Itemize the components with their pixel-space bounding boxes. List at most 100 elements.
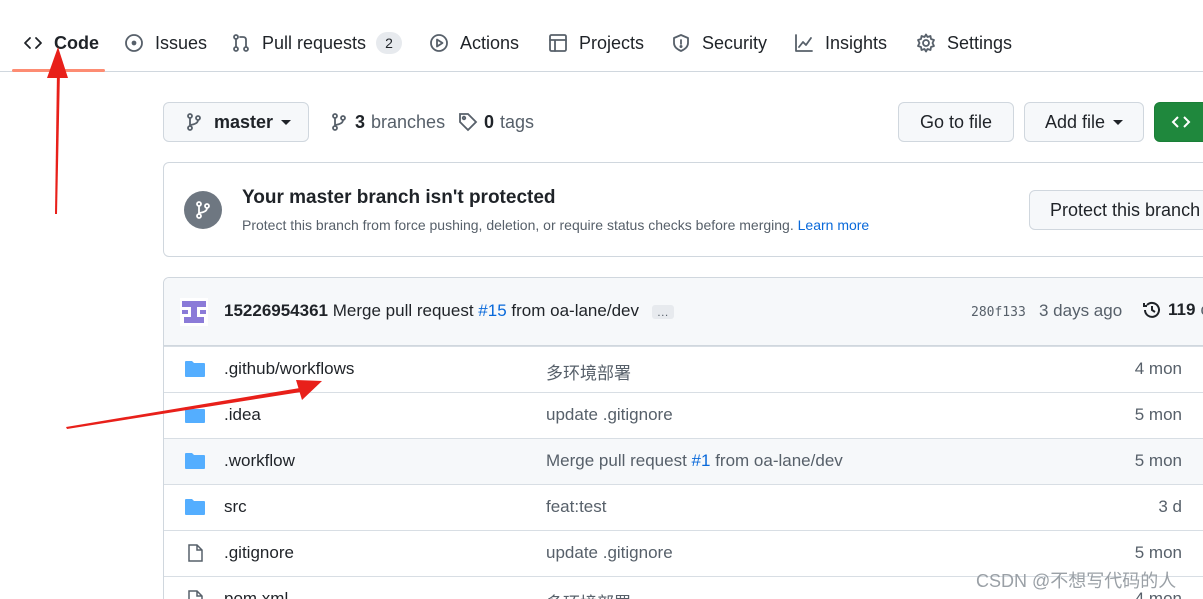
tab-label: Security [702, 32, 768, 53]
history-icon [1143, 301, 1160, 318]
file-name[interactable]: .workflow [224, 451, 295, 471]
tags-label: tags [500, 111, 535, 132]
watermark: CSDN @不想写代码的人 [976, 571, 1177, 591]
code-icon [22, 32, 44, 54]
file-age: 4 mon [1134, 359, 1182, 378]
branches-count: 3 [355, 111, 366, 132]
chevron-down-icon [281, 119, 292, 125]
table-row[interactable]: .idea update .gitignore 5 mon [164, 392, 1203, 438]
annotation-arrow-up [47, 47, 68, 214]
avatar[interactable] [180, 298, 208, 326]
file-commit-message[interactable]: 多环境部署 [546, 589, 631, 599]
tag-icon [459, 113, 478, 132]
commit-message-suffix[interactable]: from oa-lane/dev [511, 301, 639, 320]
tab-issues[interactable]: Issues [123, 26, 207, 60]
tab-label: Code [54, 32, 99, 53]
banner-title: Your master branch isn't protected [242, 187, 556, 208]
branch-select-button[interactable]: master [163, 102, 309, 142]
file-commit-message[interactable]: update .gitignore [546, 543, 673, 563]
folder-icon [185, 361, 205, 377]
tags-count: 0 [484, 111, 495, 132]
tab-label: Settings [947, 32, 1013, 53]
file-age: 5 mon [1134, 543, 1182, 562]
folder-icon [185, 407, 205, 423]
expand-commit-button[interactable]: … [651, 304, 674, 319]
branches-label: branches [371, 111, 446, 132]
go-to-file-button[interactable]: Go to file [898, 102, 1014, 142]
tab-label: Issues [155, 32, 208, 53]
folder-icon [185, 499, 205, 515]
table-row[interactable]: src feat:test 3 d [164, 484, 1203, 530]
commit-pr-link[interactable]: #15 [478, 301, 506, 320]
shield-icon [670, 32, 692, 54]
file-age: 5 mon [1134, 405, 1182, 424]
file-commit-message[interactable]: 多环境部署 [546, 359, 631, 384]
commit-message-prefix[interactable]: Merge pull request [333, 301, 474, 320]
commit-sha[interactable]: 280f133 [971, 305, 1026, 320]
add-file-button[interactable]: Add file [1024, 102, 1144, 142]
repo-nav: Code Issues Pull requests 2 Actions Proj… [0, 0, 1203, 72]
tab-actions[interactable]: Actions [428, 26, 519, 60]
tab-insights[interactable]: Insights [793, 26, 887, 60]
tab-settings[interactable]: Settings [915, 26, 1012, 60]
file-commit-message-suffix[interactable]: from oa-lane/dev [715, 451, 843, 470]
file-name[interactable]: .idea [224, 405, 261, 425]
chevron-down-icon [1113, 119, 1124, 125]
add-file-label: Add file [1044, 111, 1106, 132]
table-row[interactable]: .workflow Merge pull request #1 from oa-… [164, 438, 1203, 484]
branch-icon [184, 191, 222, 229]
file-name[interactable]: src [224, 497, 247, 517]
file-name[interactable]: .github/workflows [224, 359, 354, 379]
commit-history-link[interactable]: 119 c [1142, 300, 1203, 320]
tab-label: Pull requests [262, 32, 367, 53]
tab-label: Actions [460, 32, 520, 53]
gear-icon [915, 32, 937, 54]
protect-branch-label: Protect this branch [1050, 199, 1201, 220]
graph-icon [793, 32, 815, 54]
tags-link[interactable]: 0 tags [458, 108, 534, 136]
table-row[interactable]: .github/workflows 多环境部署 4 mon [164, 346, 1203, 392]
go-to-file-label: Go to file [919, 111, 993, 132]
file-commit-message[interactable]: update .gitignore [546, 405, 673, 425]
code-dropdown-button[interactable] [1154, 102, 1203, 142]
banner-description-text: Protect this branch from force pushing, … [242, 217, 794, 233]
banner-description: Protect this branch from force pushing, … [242, 217, 869, 233]
commit-author[interactable]: 15226954361 [224, 301, 328, 320]
file-age: 5 mon [1134, 451, 1182, 470]
tab-pull-requests[interactable]: Pull requests 2 [230, 26, 402, 60]
file-commit-message-prefix[interactable]: Merge pull request [546, 451, 687, 470]
protect-branch-button[interactable]: Protect this branch [1029, 190, 1203, 230]
commit-count: 119 [1168, 300, 1196, 319]
code-icon [1171, 116, 1191, 128]
folder-icon [185, 453, 205, 469]
file-name[interactable]: pom.xml [224, 589, 288, 599]
selected-tab-underline [12, 69, 105, 72]
tab-label: Projects [579, 32, 645, 53]
commit-time: 3 days ago [1039, 301, 1123, 320]
learn-more-link[interactable]: Learn more [798, 217, 870, 233]
latest-commit-bar: 15226954361 Merge pull request #15 from … [164, 278, 1203, 346]
branches-link[interactable]: 3 branches [329, 108, 445, 136]
issue-circle-icon [123, 32, 145, 54]
table-icon [547, 32, 569, 54]
file-list: 15226954361 Merge pull request #15 from … [163, 277, 1203, 599]
branch-name: master [214, 111, 274, 132]
tab-security[interactable]: Security [670, 26, 767, 60]
tab-label: Insights [825, 32, 888, 53]
file-name[interactable]: .gitignore [224, 543, 294, 563]
tab-code[interactable]: Code [22, 26, 99, 60]
tab-projects[interactable]: Projects [547, 26, 644, 60]
branch-icon [332, 113, 346, 131]
pull-request-icon [230, 32, 252, 54]
play-icon [428, 32, 450, 54]
file-commit-message: Merge pull request #1 from oa-lane/dev [546, 451, 843, 471]
file-commit-message[interactable]: feat:test [546, 497, 606, 517]
file-commit-pr-link[interactable]: #1 [692, 451, 711, 470]
file-age: 3 d [1158, 497, 1182, 516]
commit-message: 15226954361 Merge pull request #15 from … [224, 301, 674, 321]
file-icon [188, 544, 203, 562]
pr-counter-badge: 2 [376, 32, 402, 54]
file-icon [188, 590, 203, 599]
branch-icon [187, 113, 201, 131]
branch-protection-banner: Your master branch isn't protected Prote… [163, 162, 1203, 257]
